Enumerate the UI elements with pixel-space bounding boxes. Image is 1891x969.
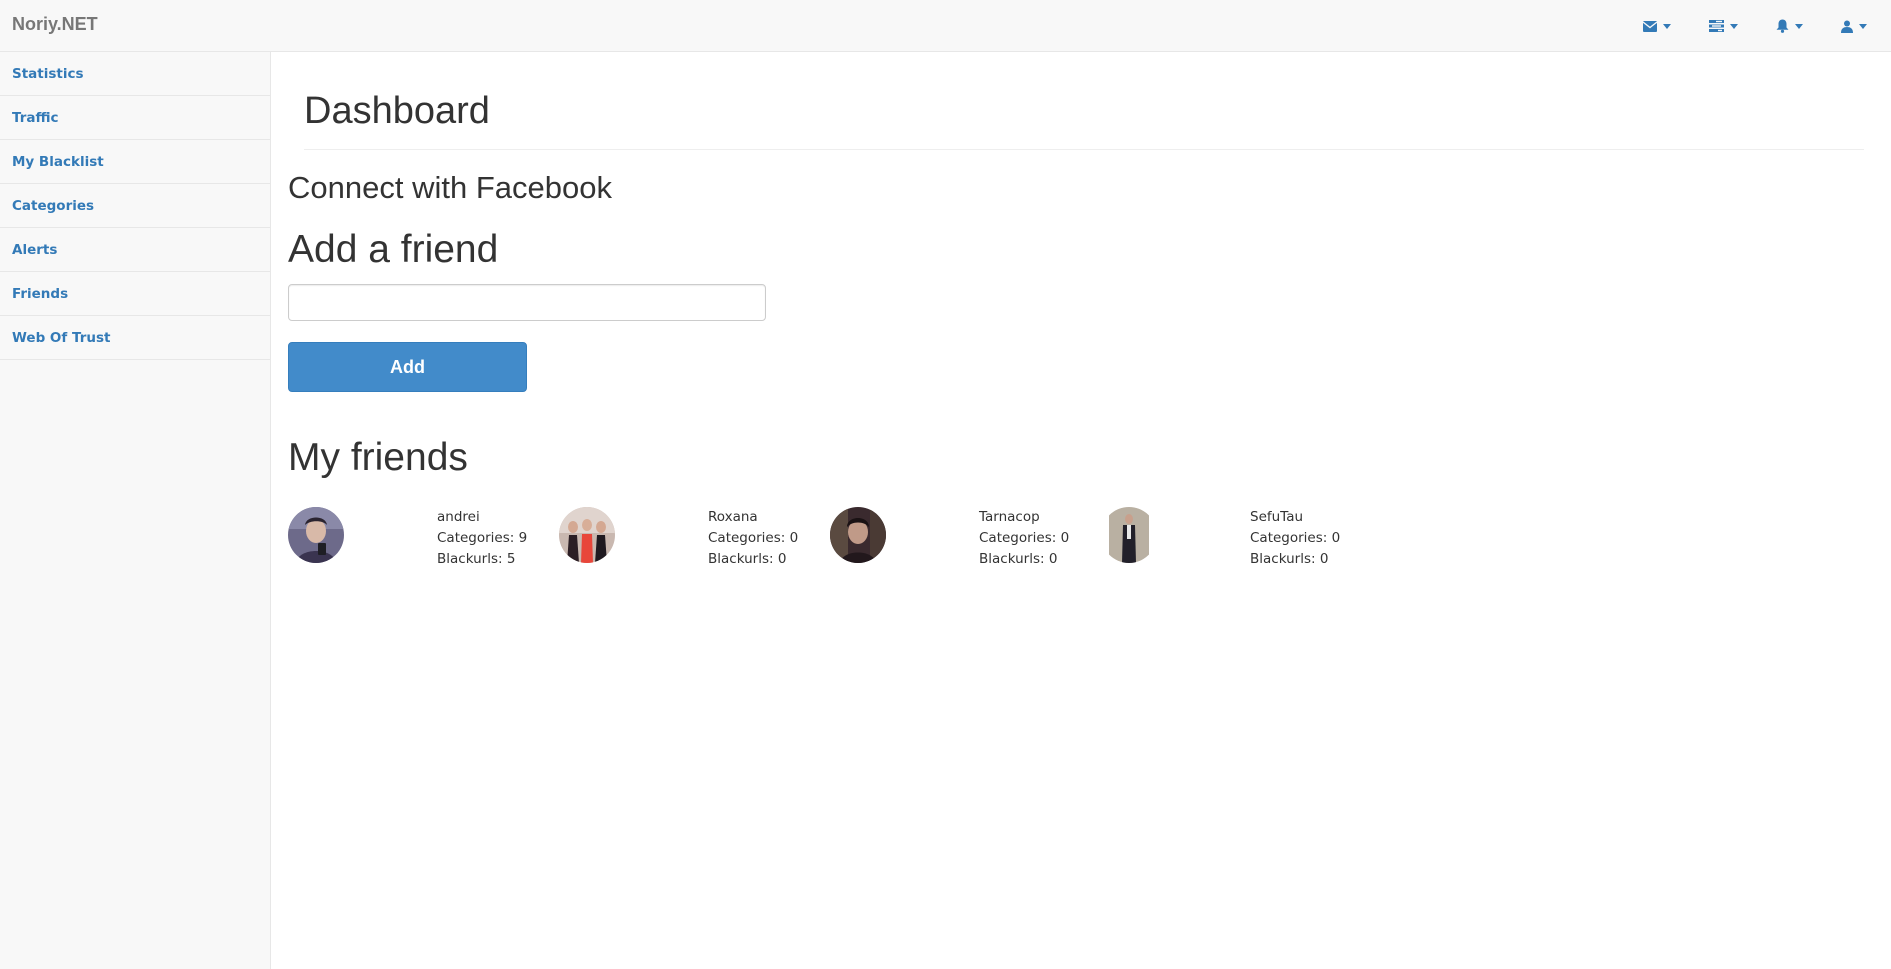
- avatar[interactable]: [288, 507, 344, 563]
- friend-card: andrei Categories: 9 Blackurls: 5: [288, 507, 559, 567]
- friend-info: Roxana Categories: 0 Blackurls: 0: [708, 507, 798, 570]
- friend-name: andrei: [437, 509, 480, 525]
- caret-down-icon: [1663, 23, 1671, 29]
- user-dropdown[interactable]: [1841, 0, 1867, 52]
- sidebar-item-friends[interactable]: Friends: [0, 272, 270, 316]
- friend-info: Tarnacop Categories: 0 Blackurls: 0: [979, 507, 1069, 570]
- sidebar-item-my-blacklist[interactable]: My Blacklist: [0, 140, 270, 184]
- brand-link[interactable]: Noriy.NET: [12, 14, 98, 35]
- friend-categories: Categories: 0: [1250, 530, 1341, 546]
- friend-categories: Categories: 9: [437, 530, 528, 546]
- connect-facebook-heading: Connect with Facebook: [288, 170, 612, 205]
- envelope-icon: [1643, 20, 1657, 32]
- friend-info: SefuTau Categories: 0 Blackurls: 0: [1250, 507, 1340, 570]
- page-title: Dashboard: [304, 90, 490, 132]
- friend-card: SefuTau Categories: 0 Blackurls: 0: [1101, 507, 1372, 567]
- sidebar-item-web-of-trust[interactable]: Web Of Trust: [0, 316, 270, 360]
- top-navbar: Noriy.NET: [0, 0, 1891, 52]
- navbar-right: [1605, 0, 1867, 52]
- friend-card: Tarnacop Categories: 0 Blackurls: 0: [830, 507, 1101, 567]
- bell-icon: [1776, 19, 1789, 33]
- sidebar-item-traffic[interactable]: Traffic: [0, 96, 270, 140]
- sidebar: Statistics Traffic My Blacklist Categori…: [0, 52, 271, 969]
- friend-blackurls: Blackurls: 0: [979, 551, 1058, 567]
- caret-down-icon: [1730, 23, 1738, 29]
- caret-down-icon: [1859, 23, 1867, 29]
- add-friend-input[interactable]: [288, 284, 766, 321]
- friend-categories: Categories: 0: [979, 530, 1070, 546]
- friend-card: Roxana Categories: 0 Blackurls: 0: [559, 507, 830, 567]
- caret-down-icon: [1795, 23, 1803, 29]
- friend-blackurls: Blackurls: 0: [1250, 551, 1329, 567]
- avatar[interactable]: [1101, 507, 1157, 563]
- sidebar-item-alerts[interactable]: Alerts: [0, 228, 270, 272]
- tasks-dropdown[interactable]: [1709, 0, 1738, 52]
- friend-name: SefuTau: [1250, 509, 1304, 525]
- friend-name: Roxana: [708, 509, 758, 525]
- messages-dropdown[interactable]: [1643, 0, 1671, 52]
- friend-blackurls: Blackurls: 5: [437, 551, 516, 567]
- add-friend-heading: Add a friend: [288, 228, 499, 271]
- main-content: Dashboard Connect with Facebook Add a fr…: [272, 52, 1891, 969]
- friend-categories: Categories: 0: [708, 530, 799, 546]
- my-friends-heading: My friends: [288, 436, 468, 479]
- friend-info: andrei Categories: 9 Blackurls: 5: [437, 507, 527, 570]
- sidebar-item-statistics[interactable]: Statistics: [0, 52, 270, 96]
- user-icon: [1841, 20, 1853, 33]
- tasks-icon: [1709, 20, 1724, 32]
- avatar[interactable]: [559, 507, 615, 563]
- friend-blackurls: Blackurls: 0: [708, 551, 787, 567]
- page-header: Dashboard: [304, 92, 1864, 150]
- add-button[interactable]: Add: [288, 342, 527, 392]
- friends-list: andrei Categories: 9 Blackurls: 5 Roxana…: [288, 507, 1372, 567]
- friend-name: Tarnacop: [979, 509, 1040, 525]
- alerts-dropdown[interactable]: [1776, 0, 1803, 52]
- avatar[interactable]: [830, 507, 886, 563]
- sidebar-item-categories[interactable]: Categories: [0, 184, 270, 228]
